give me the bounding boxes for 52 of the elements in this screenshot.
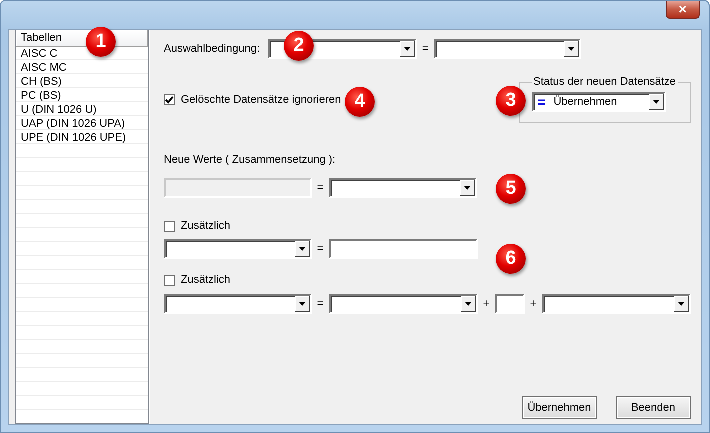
checkbox-label: Zusätzlich [181, 274, 231, 286]
dialog-button[interactable]: Beenden [616, 396, 691, 419]
checkbox[interactable] [164, 220, 175, 232]
caret-icon [464, 186, 471, 190]
dropdown-arrow-button[interactable] [564, 41, 580, 57]
equals-sign: = [316, 298, 325, 310]
caret-icon [465, 302, 472, 306]
list-item[interactable]: U (DIN 1026 U) [16, 103, 148, 117]
equals-sign: = [421, 43, 430, 55]
dropdown-arrow-button[interactable] [674, 296, 689, 312]
dropdown-field[interactable] [542, 294, 691, 314]
caret-icon [568, 47, 576, 51]
checkbox[interactable] [164, 274, 175, 286]
caret-icon [652, 100, 660, 104]
caret-icon [678, 302, 685, 306]
caret-icon [299, 302, 306, 306]
dropdown-arrow-button[interactable] [648, 94, 664, 110]
dropdown-value: Übernehmen [554, 96, 618, 108]
dropdown-field[interactable] [329, 178, 477, 198]
dialog-button[interactable]: Übernehmen [522, 396, 597, 419]
checkmark-icon [165, 96, 174, 104]
status-mark: = [538, 94, 546, 110]
checkbox-label: Gelöschte Datensätze ignorieren [181, 94, 342, 106]
dropdown-field[interactable] [434, 39, 582, 59]
caret-icon [299, 247, 306, 251]
dropdown-field[interactable]: = Übernehmen [532, 92, 666, 112]
plus-sign: + [482, 298, 491, 310]
dropdown-field[interactable] [164, 239, 312, 259]
list-item[interactable]: AISC MC [16, 61, 148, 75]
plus-sign: + [529, 298, 538, 310]
checkbox-label: Zusätzlich [181, 220, 231, 232]
section-label: Neue Werte ( Zusammensetzung ): [164, 154, 337, 166]
list-item[interactable]: CH (BS) [16, 75, 148, 89]
dropdown-field[interactable] [164, 294, 312, 314]
dropdown-arrow-button[interactable] [295, 296, 310, 312]
caret-icon [404, 47, 412, 51]
input-field[interactable] [329, 239, 478, 259]
group-title: Status der neuen Datensätze [532, 76, 677, 88]
dropdown-arrow-button[interactable] [460, 180, 475, 196]
equals-sign: = [316, 243, 325, 255]
input-field[interactable] [495, 294, 525, 314]
dropdown-field[interactable] [329, 294, 478, 314]
dropdown-arrow-button[interactable] [295, 241, 310, 257]
field-label: Auswahlbedingung: [164, 43, 260, 55]
dropdown-arrow-button[interactable] [461, 296, 476, 312]
checkbox[interactable] [164, 94, 175, 105]
list-item[interactable]: UAP (DIN 1026 UPA) [16, 117, 148, 131]
dropdown-arrow-button[interactable] [400, 41, 416, 57]
list-item[interactable]: UPE (DIN 1026 UPE) [16, 131, 148, 145]
list-item[interactable]: PC (BS) [16, 89, 148, 103]
close-button[interactable]: × [666, 1, 700, 19]
equals-sign: = [316, 182, 325, 194]
